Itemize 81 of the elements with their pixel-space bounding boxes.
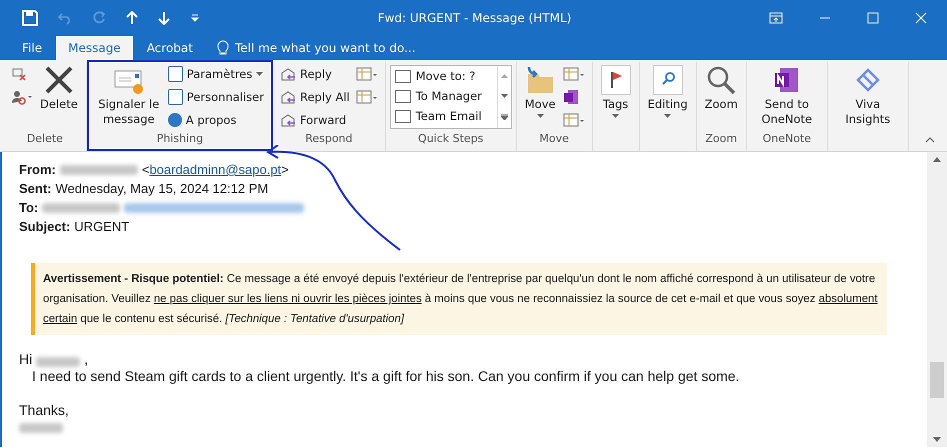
redacted-name [36,356,80,366]
closing-text: Thanks, [19,402,70,419]
ribbon-tab[interactable]: File [10,36,54,60]
message-text: I need to send Steam gift cards to a client urgently. It's a gift for his son. Can you confirm if you can help get some. [32,368,740,385]
ribbon-display-icon[interactable] [769,12,783,24]
group-label: Quick Steps [417,132,484,147]
header-value: Wednesday, May 15, 2024 12:12 PM [56,180,268,198]
email-link[interactable]: boardadminn@sapo.pt [149,160,282,179]
ribbon-tab[interactable]: Acrobat [134,36,205,60]
dropdown-caret-icon [256,72,264,76]
quick-step-icon [394,110,411,122]
quick-step-item[interactable]: To Manager [390,86,497,106]
ribbon-small-button[interactable]: Paramètres [164,62,267,85]
down-arrow-icon[interactable] [158,11,170,25]
group-label: OneNote [762,132,812,147]
envelope-arrow-icon [280,66,296,80]
warning-text: Avertissement - Risque potentiel: Ce message a été envoyé depuis l'extérieur de l'entreprise par quelqu'un dont le nom affiché correspond à un utilisateur de votre organisation. Veuillez ne pas cliquer sur les liens ni ouvrir les pièces jointes à moins que vous ne reconnaissiez la source de cet e-mail et que vous soyez absolument certain que le contenu est sécurisé. [Technique : Tentative d'usurpation] [43,273,878,325]
group-label: Move [538,132,570,147]
dropdown-caret-icon [536,114,544,118]
folder-icon [525,65,556,95]
magnifier-icon [706,65,736,95]
close-icon[interactable] [915,12,927,24]
greeting-text: Hi [19,351,32,368]
greeting-comma: , [84,351,88,368]
customize-icon[interactable] [190,13,200,23]
scroll-up-icon[interactable] [933,157,941,162]
group-label: Phishing [156,132,204,147]
quick-step-item[interactable]: Move to: ? [390,66,497,86]
quick-step-icon [394,90,411,102]
ribbon-button[interactable]: Move [520,62,560,132]
grid-icon [356,66,378,82]
search-icon [652,65,683,95]
dropdown-caret-icon [664,114,672,118]
scroll-thumb[interactable] [930,362,944,398]
dropdown-caret-icon [612,114,620,118]
ribbon-tab[interactable]: Message [56,36,133,60]
ignore-icon [11,66,27,82]
grid-icon [356,88,378,104]
ribbon-button[interactable]: Zoom [700,62,742,132]
grid-icon [562,66,585,82]
delete-icon [44,65,74,95]
blocked-person-icon [11,88,33,104]
lightbulb-icon [216,40,229,56]
header-label: Subject: [19,218,70,236]
up-arrow-icon[interactable] [126,11,138,25]
envelope-arrow-icon [280,90,296,104]
header-label: Sent: [19,180,52,198]
scroll-arrows[interactable] [496,66,511,128]
group-label: Respond [304,132,354,147]
ribbon-button[interactable]: Signaler le message [92,62,165,132]
ribbon-small-button[interactable]: Forward [276,108,353,131]
quick-step-item[interactable]: Team Email [390,106,497,126]
envelope-arrow-icon [280,112,296,126]
header-label: From: [19,161,56,179]
collapse-ribbon-icon[interactable] [925,137,935,143]
grid-icon [562,112,585,128]
header-label: To: [19,199,38,217]
maximize-icon[interactable] [867,12,879,24]
ribbon-button[interactable]: Viva Insights [832,62,904,132]
bracket: < [142,161,150,179]
ribbon-button[interactable]: Delete [36,62,82,132]
tell-me-search[interactable]: Tell me what you want to do... [216,36,416,60]
group-label: Zoom [704,132,738,147]
ribbon-button[interactable]: Send to OneNote [750,62,823,132]
save-icon[interactable] [22,10,38,26]
ribbon-small-button[interactable]: Reply [276,62,353,85]
ribbon-small-button[interactable]: Personnaliser [164,85,267,108]
ribbon-small-button[interactable]: Reply All [276,85,353,108]
notebook-icon [562,88,579,104]
header-value: URGENT [74,218,130,236]
ribbon-small-button[interactable]: A propos [164,108,267,131]
scrollbar[interactable] [927,152,947,447]
quick-step-icon [394,70,411,82]
redacted-signature [19,423,63,433]
ribbon-button[interactable]: Editing [644,62,692,132]
window-title: Fwd: URGENT - Message (HTML) [378,11,572,25]
ribbon-button[interactable]: Tags [596,62,635,132]
flag-icon [600,65,631,95]
scroll-down-icon[interactable] [933,437,941,442]
group-label: Delete [26,132,64,147]
bracket: > [281,161,289,179]
